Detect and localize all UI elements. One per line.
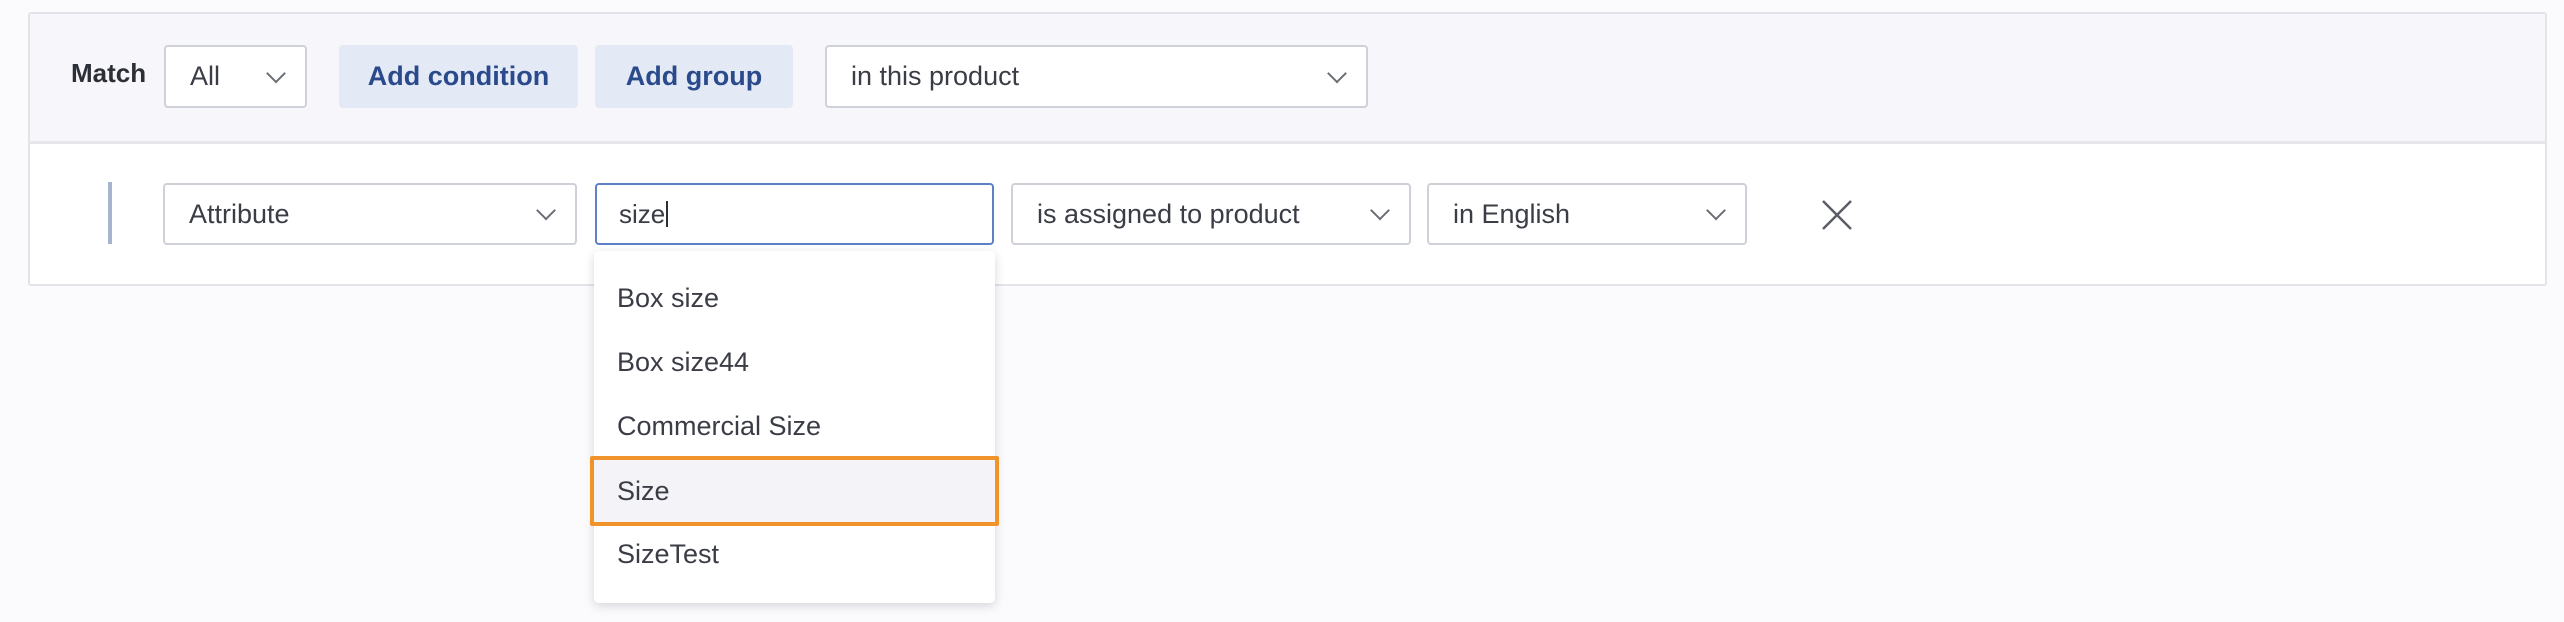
scope-select[interactable]: in this product bbox=[825, 45, 1368, 108]
chevron-down-icon bbox=[536, 200, 556, 221]
chevron-down-icon bbox=[1706, 200, 1726, 221]
match-label: Match bbox=[71, 58, 147, 88]
chevron-down-icon bbox=[1327, 63, 1347, 83]
remove-condition-close-icon[interactable] bbox=[1820, 198, 1854, 232]
dropdown-option-box-size44[interactable]: Box size44 bbox=[594, 329, 995, 395]
attribute-search-value: size bbox=[619, 198, 666, 229]
language-select[interactable]: in English bbox=[1427, 183, 1747, 245]
condition-builder-panel: Match All Add condition Add group in thi… bbox=[28, 12, 2547, 286]
dropdown-option-size[interactable]: Size bbox=[590, 456, 999, 526]
dropdown-option-box-size[interactable]: Box size bbox=[594, 265, 995, 331]
scope-select-value: in this product bbox=[851, 61, 1020, 91]
match-select-value: All bbox=[190, 61, 221, 91]
dropdown-option-commercial-size[interactable]: Commercial Size bbox=[594, 393, 995, 459]
operator-select-value: is assigned to product bbox=[1037, 198, 1300, 229]
panel-header: Match All Add condition Add group in thi… bbox=[30, 14, 2545, 144]
attribute-dropdown-list: Box size Box size44 Commercial Size Size… bbox=[590, 251, 999, 603]
chevron-down-icon bbox=[266, 63, 286, 83]
language-select-value: in English bbox=[1453, 198, 1571, 229]
match-select[interactable]: All bbox=[164, 45, 307, 108]
text-caret bbox=[666, 201, 669, 227]
operator-select[interactable]: is assigned to product bbox=[1011, 183, 1411, 245]
add-condition-button[interactable]: Add condition bbox=[339, 45, 578, 108]
field-select-value: Attribute bbox=[189, 198, 290, 229]
condition-row-indicator bbox=[108, 182, 112, 244]
attribute-search-input[interactable]: size bbox=[595, 183, 994, 245]
field-select[interactable]: Attribute bbox=[163, 183, 577, 245]
add-group-button[interactable]: Add group bbox=[595, 45, 793, 108]
chevron-down-icon bbox=[1370, 200, 1390, 221]
dropdown-option-sizetest[interactable]: SizeTest bbox=[594, 521, 995, 587]
